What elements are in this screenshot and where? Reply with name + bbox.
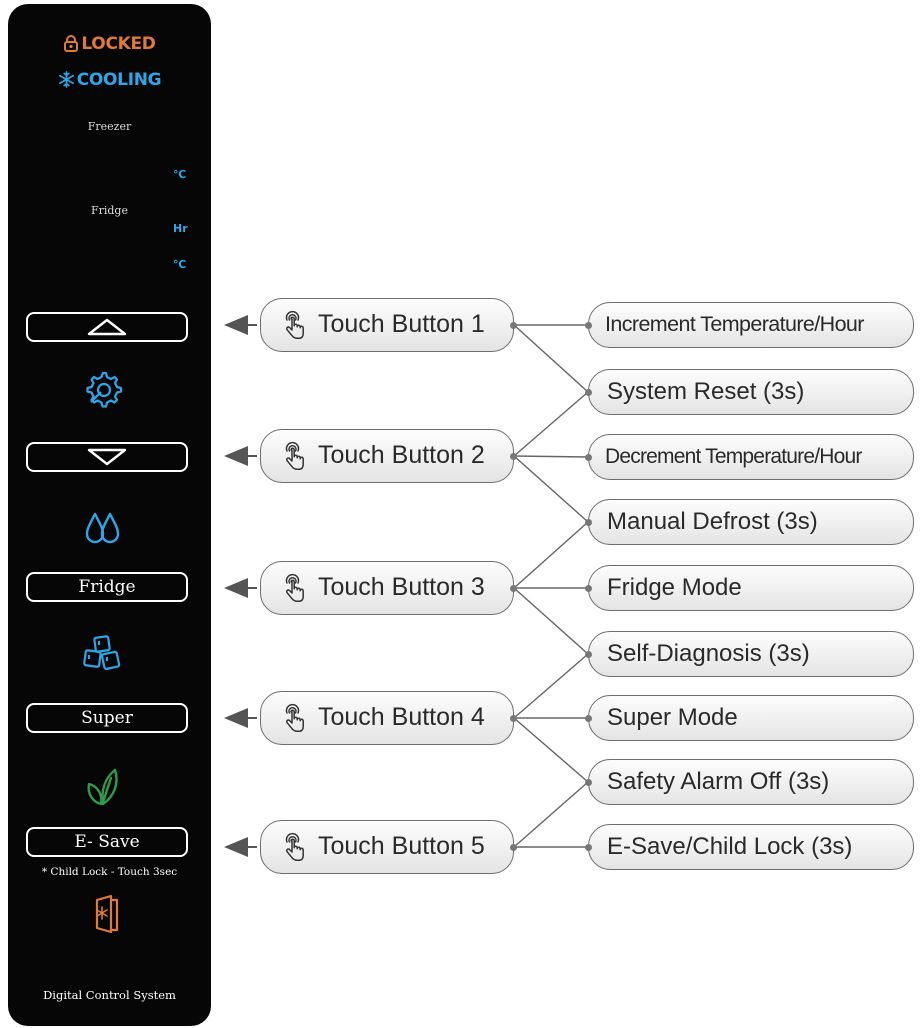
connector-dot: [510, 585, 517, 592]
touch-hand-icon: [285, 441, 304, 471]
connector-dot: [585, 844, 592, 851]
connector-4-8: [513, 717, 589, 783]
arrow-left-3: [224, 578, 257, 598]
connector-dot: [510, 453, 517, 460]
touch-button-label: Touch Button 3: [318, 573, 485, 601]
connector-dot: [585, 715, 592, 722]
connector-dot: [510, 322, 517, 329]
function-safety-alarm-off: Safety Alarm Off (3s): [588, 759, 914, 805]
function-super-mode: Super Mode: [588, 695, 914, 741]
connector-2-4: [513, 455, 589, 523]
touch-button-2: Touch Button 2: [260, 429, 514, 483]
touch-button-3: Touch Button 3: [260, 561, 514, 615]
touch-button-4: Touch Button 4: [260, 691, 514, 745]
connector-dot: [510, 715, 517, 722]
function-self-diagnosis: Self-Diagnosis (3s): [588, 631, 914, 677]
touch-button-label: Touch Button 5: [318, 832, 485, 860]
connector-dot: [585, 585, 592, 592]
function-system-reset: System Reset (3s): [588, 369, 914, 415]
touch-hand-icon: [285, 703, 304, 733]
function-increment: Increment Temperature/Hour: [588, 302, 914, 348]
touch-button-label: Touch Button 2: [318, 441, 485, 469]
connector-dot: [585, 651, 592, 658]
connector-2-3: [513, 455, 589, 458]
connector-dot: [585, 322, 592, 329]
connector-5-8: [513, 781, 589, 848]
connector-3-6: [513, 587, 589, 655]
touch-button-label: Touch Button 4: [318, 703, 485, 731]
function-esave-child-lock: E-Save/Child Lock (3s): [588, 824, 914, 870]
connector-1-2: [513, 324, 589, 393]
touch-button-5: Touch Button 5: [260, 820, 514, 874]
arrow-left-5: [224, 837, 257, 857]
connector-3-4: [513, 521, 589, 589]
connector-dot: [585, 519, 592, 526]
function-manual-defrost: Manual Defrost (3s): [588, 499, 914, 545]
function-decrement: Decrement Temperature/Hour: [588, 434, 914, 480]
connector-dot: [585, 779, 592, 786]
function-fridge-mode: Fridge Mode: [588, 565, 914, 611]
connector-dot: [510, 844, 517, 851]
connector-4-6: [513, 653, 589, 719]
touch-hand-icon: [285, 573, 304, 603]
touch-hand-icon: [285, 832, 304, 862]
connector-dot: [585, 454, 592, 461]
touch-hand-icon: [285, 310, 304, 340]
arrow-left-4: [224, 708, 257, 728]
touch-button-1: Touch Button 1: [260, 298, 514, 352]
arrow-left-2: [224, 446, 257, 466]
connector-2-2: [513, 391, 589, 457]
connector-dot: [585, 389, 592, 396]
touch-button-label: Touch Button 1: [318, 310, 485, 338]
arrow-left-1: [224, 315, 257, 335]
